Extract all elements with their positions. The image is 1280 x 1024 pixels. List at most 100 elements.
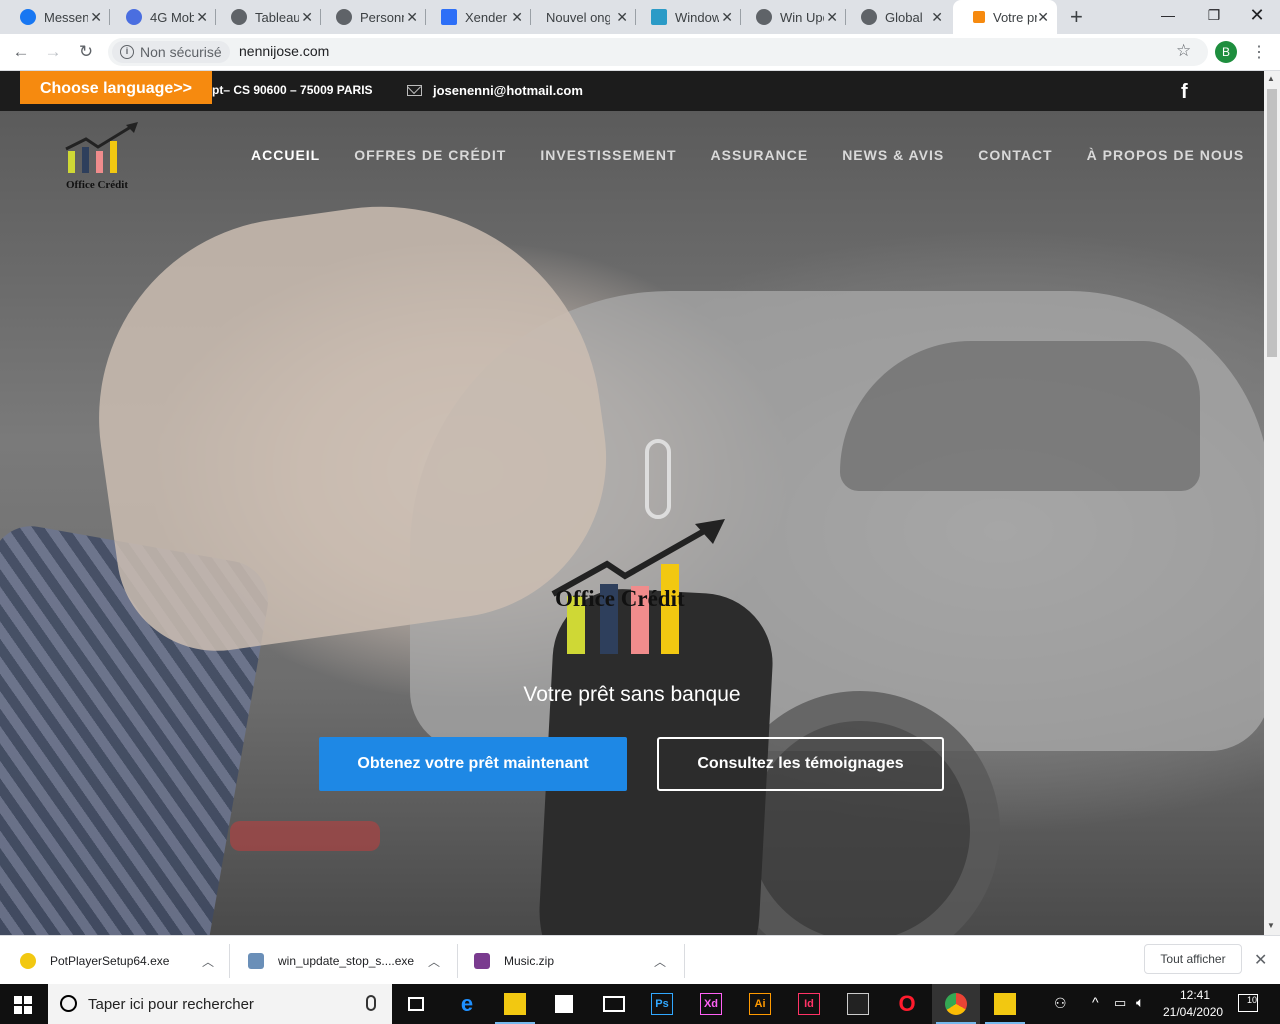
tab-messenger[interactable]: Messenger ✕ xyxy=(0,0,110,34)
nav-accueil[interactable]: ACCUEIL xyxy=(251,147,320,163)
scroll-thumb[interactable] xyxy=(1267,89,1277,357)
xender-icon xyxy=(441,9,457,25)
volume-icon[interactable]: 🔈︎ xyxy=(1136,994,1144,1011)
nav-offres-de-credit[interactable]: OFFRES DE CRÉDIT xyxy=(354,147,506,163)
close-tab-icon[interactable]: ✕ xyxy=(931,9,943,26)
tab-title: Votre prêt xyxy=(993,9,1037,25)
facebook-icon[interactable]: f xyxy=(1181,81,1188,104)
download-item[interactable]: PotPlayerSetup64.exe ︿ xyxy=(20,936,230,986)
people-icon[interactable]: ⚇ xyxy=(1054,995,1067,1012)
close-tab-icon[interactable]: ✕ xyxy=(301,9,313,26)
new-tab-button[interactable]: + xyxy=(1070,4,1083,30)
start-button[interactable] xyxy=(14,996,32,1014)
app-icon[interactable] xyxy=(981,984,1029,1024)
download-item[interactable]: Music.zip ︿ xyxy=(474,936,684,986)
edge-icon[interactable]: e xyxy=(443,984,491,1024)
close-window-icon[interactable]: ✕ xyxy=(1234,0,1280,30)
reload-icon[interactable]: ↻ xyxy=(75,41,97,63)
clock-date[interactable]: 21/04/2020 xyxy=(1163,1005,1223,1019)
close-tab-icon[interactable]: ✕ xyxy=(90,9,102,26)
close-tab-icon[interactable]: ✕ xyxy=(721,9,733,26)
close-icon[interactable]: ✕ xyxy=(1254,950,1267,970)
testimonials-button[interactable]: Consultez les témoignages xyxy=(657,737,944,791)
clock-time[interactable]: 12:41 xyxy=(1180,988,1210,1002)
address-bar[interactable]: i Non sécurisé nennijose.com ☆ xyxy=(108,38,1208,66)
bookmark-star-icon[interactable]: ☆ xyxy=(1176,41,1191,61)
nav-a-propos[interactable]: À PROPOS DE NOUS xyxy=(1087,147,1245,163)
key-ring xyxy=(645,439,671,519)
microphone-icon[interactable] xyxy=(366,995,376,1011)
close-tab-icon[interactable]: ✕ xyxy=(196,9,208,26)
close-tab-icon[interactable]: ✕ xyxy=(1037,9,1049,26)
restore-icon[interactable]: ❐ xyxy=(1191,0,1237,30)
tab-windows[interactable]: Windows ✕ xyxy=(631,0,741,34)
terminal-icon[interactable] xyxy=(834,984,882,1024)
file-explorer-icon[interactable] xyxy=(491,984,539,1024)
tab-title: Personnaliser xyxy=(360,9,404,25)
globe-icon xyxy=(861,9,877,25)
chevron-up-icon[interactable]: ︿ xyxy=(654,953,666,970)
show-all-downloads-button[interactable]: Tout afficher xyxy=(1144,944,1242,974)
tab-win-update[interactable]: Win Update ✕ xyxy=(736,0,846,34)
notification-center-icon[interactable]: 10 xyxy=(1238,994,1258,1012)
nav-investissement[interactable]: INVESTISSEMENT xyxy=(540,147,676,163)
hero-logo-text: Office Crédit xyxy=(555,586,685,611)
network-icon[interactable]: ▭ xyxy=(1114,995,1126,1011)
security-indicator[interactable]: i Non sécurisé xyxy=(112,41,230,63)
tab-nouvel-onglet[interactable]: Nouvel onglet ✕ xyxy=(526,0,636,34)
tab-xender[interactable]: Xender ✕ xyxy=(421,0,531,34)
chevron-up-icon[interactable]: ^ xyxy=(1092,994,1099,1010)
store-icon[interactable] xyxy=(540,984,588,1024)
download-item[interactable]: win_update_stop_s....exe ︿ xyxy=(248,936,458,986)
tab-tableau[interactable]: Tableau ✕ xyxy=(211,0,321,34)
tab-title: Win Update xyxy=(780,9,824,25)
forward-icon[interactable]: → xyxy=(42,41,64,63)
contact-address: pt– CS 90600 – 75009 PARIS xyxy=(212,83,373,97)
task-view-icon[interactable] xyxy=(392,984,440,1024)
archive-icon xyxy=(474,953,490,969)
tab-global[interactable]: Global ✕ xyxy=(841,0,951,34)
illustrator-icon[interactable]: Ai xyxy=(736,984,784,1024)
get-loan-button[interactable]: Obtenez votre prêt maintenant xyxy=(319,737,627,791)
contact-email[interactable]: josenenni@hotmail.com xyxy=(433,83,583,98)
photoshop-icon[interactable]: Ps xyxy=(638,984,686,1024)
minimize-icon[interactable]: — xyxy=(1145,0,1191,30)
hero-tagline: Votre prêt sans banque xyxy=(523,683,741,706)
tab-title: Nouvel onglet xyxy=(546,9,610,25)
chevron-up-icon[interactable]: ︿ xyxy=(428,953,440,970)
download-filename: PotPlayerSetup64.exe xyxy=(50,954,170,968)
opera-icon[interactable]: O xyxy=(883,984,931,1024)
scroll-up-icon[interactable]: ▲ xyxy=(1267,74,1275,83)
downloads-shelf: PotPlayerSetup64.exe ︿ win_update_stop_s… xyxy=(0,935,1280,985)
office-credit-favicon xyxy=(973,11,985,23)
close-tab-icon[interactable]: ✕ xyxy=(616,9,628,26)
logo-text: Office Crédit xyxy=(66,179,128,191)
close-tab-icon[interactable]: ✕ xyxy=(511,9,523,26)
tab-personnaliser[interactable]: Personnaliser ✕ xyxy=(316,0,426,34)
site-icon xyxy=(126,9,142,25)
taskbar-search[interactable]: Taper ici pour rechercher xyxy=(48,984,392,1024)
tab-title: Xender xyxy=(465,9,507,25)
nav-assurance[interactable]: ASSURANCE xyxy=(711,147,809,163)
xd-icon[interactable]: Xd xyxy=(687,984,735,1024)
indesign-icon[interactable]: Id xyxy=(785,984,833,1024)
page-scrollbar[interactable]: ▲ ▼ xyxy=(1264,71,1280,935)
profile-avatar[interactable]: B xyxy=(1215,41,1237,63)
tab-votre-pret[interactable]: Votre prêt ✕ xyxy=(953,0,1057,34)
nav-contact[interactable]: CONTACT xyxy=(978,147,1052,163)
mail-app-icon[interactable] xyxy=(590,984,638,1024)
back-icon[interactable]: ← xyxy=(10,41,32,63)
download-filename: Music.zip xyxy=(504,954,555,968)
tab-4g-mobile[interactable]: 4G Mobile ✕ xyxy=(106,0,216,34)
windows-site-icon xyxy=(651,9,667,25)
close-tab-icon[interactable]: ✕ xyxy=(826,9,838,26)
choose-language-button[interactable]: Choose language>> xyxy=(20,71,212,104)
close-tab-icon[interactable]: ✕ xyxy=(406,9,418,26)
chevron-up-icon[interactable]: ︿ xyxy=(202,953,214,970)
menu-kebab-icon[interactable]: ⋮ xyxy=(1248,41,1270,63)
nav-news-avis[interactable]: NEWS & AVIS xyxy=(842,147,944,163)
chrome-icon[interactable] xyxy=(932,984,980,1024)
scroll-down-icon[interactable]: ▼ xyxy=(1267,921,1275,930)
car-taillight xyxy=(230,821,380,851)
url-text[interactable]: nennijose.com xyxy=(239,43,329,59)
